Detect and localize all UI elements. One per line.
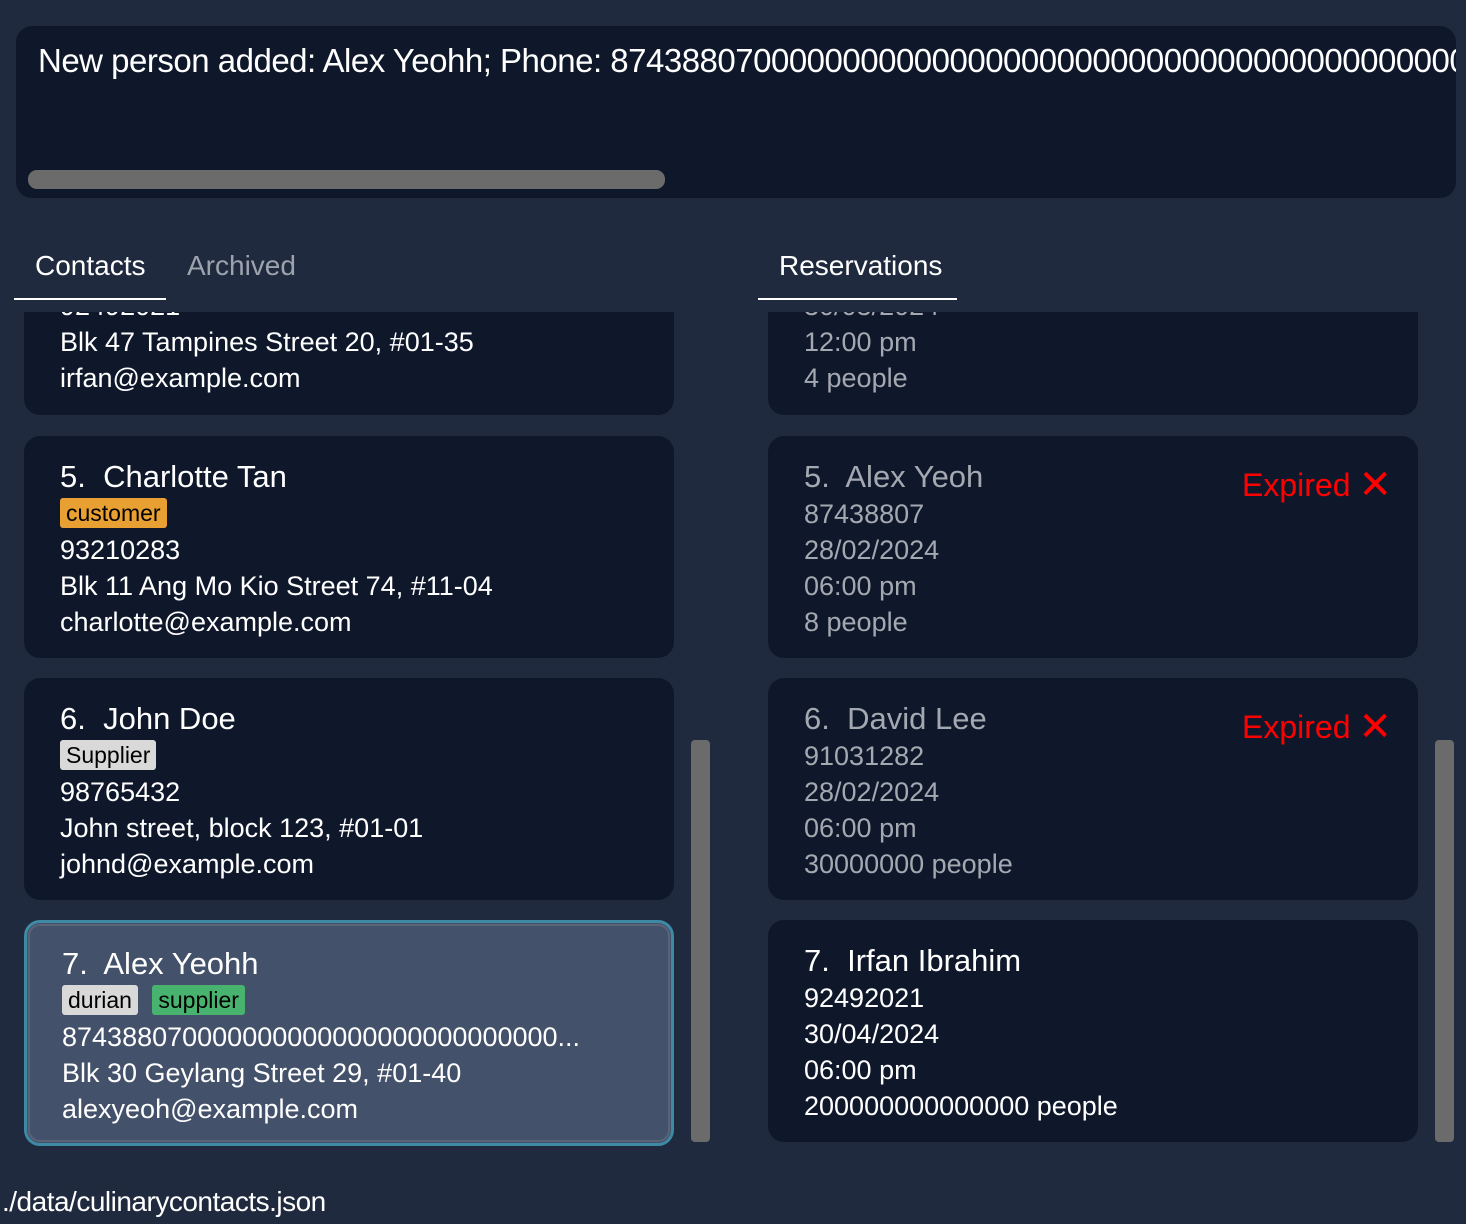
contact-index: 7.	[62, 946, 88, 981]
contact-name: Charlotte Tan	[103, 459, 287, 494]
result-horizontal-scrollbar[interactable]	[28, 170, 665, 189]
contact-tags: Supplier	[60, 738, 638, 774]
expired-status: Expired ✕	[1241, 702, 1392, 749]
reservation-date: 28/02/2024	[804, 777, 940, 807]
contact-phone: 874388070000000000000000000000000...	[62, 1022, 581, 1052]
contacts-list[interactable]: 92492021 Blk 47 Tampines Street 20, #01-…	[24, 312, 674, 1146]
contact-card-selected[interactable]: 7. Alex Yeohh durian supplier 8743880700…	[24, 920, 674, 1146]
tag-badge: durian	[62, 985, 138, 1015]
contact-tags: customer	[60, 496, 638, 532]
reservation-card[interactable]: 5. Alex Yeoh Expired ✕ 87438807 28/02/202…	[768, 436, 1418, 658]
contact-name-row: 6. John Doe	[60, 700, 638, 738]
contact-index: 5.	[60, 459, 86, 494]
reservation-time: 12:00 pm	[804, 327, 917, 357]
reservation-name: Irfan Ibrahim	[847, 943, 1022, 978]
contact-tags: durian supplier	[62, 983, 635, 1019]
reservation-name: David Lee	[847, 701, 987, 736]
reservation-card[interactable]: 6. David Lee Expired ✕ 91031282 28/02/202…	[768, 678, 1418, 900]
contact-phone: 93210283	[60, 535, 181, 565]
reservation-pax: 8 people	[804, 607, 908, 637]
reservations-list[interactable]: 30/03/2024 12:00 pm 4 people 5. Alex Yeo…	[768, 312, 1418, 1146]
contact-address: Blk 30 Geylang Street 29, #01-40	[62, 1058, 462, 1088]
reservation-date: 30/04/2024	[804, 1019, 940, 1049]
reservation-date: 28/02/2024	[804, 535, 940, 565]
reservations-vertical-scrollbar[interactable]	[1435, 740, 1454, 1142]
expired-label: Expired	[1241, 467, 1351, 503]
reservation-name: Alex Yeoh	[845, 459, 984, 494]
reservation-index: 6.	[804, 701, 830, 736]
tag-badge: customer	[60, 498, 167, 528]
reservation-pax: 4 people	[804, 363, 908, 393]
contact-address: Blk 47 Tampines Street 20, #01-35	[60, 327, 474, 357]
status-bar-file-path: ./data/culinarycontacts.json	[2, 1186, 326, 1217]
contact-address: John street, block 123, #01-01	[60, 813, 424, 843]
tab-reservations[interactable]: Reservations	[779, 250, 942, 282]
close-x-icon: ✕	[1358, 705, 1392, 749]
reservation-card[interactable]: 30/03/2024 12:00 pm 4 people	[768, 312, 1418, 415]
reservation-index: 5.	[804, 459, 830, 494]
contact-name: John Doe	[103, 701, 236, 736]
tab-contacts-underline	[14, 298, 166, 300]
contact-card[interactable]: 5. Charlotte Tan customer 93210283 Blk 1…	[24, 436, 674, 658]
contact-card[interactable]: 92492021 Blk 47 Tampines Street 20, #01-…	[24, 312, 674, 415]
reservation-pax: 30000000 people	[804, 849, 1013, 879]
contact-address: Blk 11 Ang Mo Kio Street 74, #11-04	[60, 571, 493, 601]
expired-label: Expired	[1241, 709, 1351, 745]
expired-status: Expired ✕	[1241, 460, 1392, 507]
contact-email: irfan@example.com	[60, 363, 301, 393]
tab-archived[interactable]: Archived	[187, 250, 296, 282]
contact-phone: 92492021	[60, 312, 638, 324]
contact-index: 6.	[60, 701, 86, 736]
contact-name-row: 7. Alex Yeohh	[62, 945, 635, 983]
tag-badge: supplier	[152, 985, 245, 1015]
reservation-phone: 92492021	[804, 983, 925, 1013]
contact-name: Alex Yeohh	[103, 946, 259, 981]
close-x-icon: ✕	[1358, 463, 1392, 507]
reservation-date: 30/03/2024	[804, 312, 1382, 324]
contact-phone: 98765432	[60, 777, 181, 807]
tag-badge: Supplier	[60, 740, 157, 770]
result-display: New person added: Alex Yeohh; Phone: 874…	[16, 26, 1456, 198]
contact-card[interactable]: 6. John Doe Supplier 98765432 John stree…	[24, 678, 674, 900]
contacts-vertical-scrollbar[interactable]	[691, 740, 710, 1142]
contact-name-row: 5. Charlotte Tan	[60, 458, 638, 496]
reservation-name-row: 7. Irfan Ibrahim	[804, 942, 1382, 980]
contact-email: johnd@example.com	[60, 849, 315, 879]
reservation-index: 7.	[804, 943, 830, 978]
tab-reservations-underline	[758, 298, 957, 300]
contact-email: charlotte@example.com	[60, 607, 352, 637]
reservation-time: 06:00 pm	[804, 813, 917, 843]
contact-email: alexyeoh@example.com	[62, 1094, 359, 1124]
reservation-card[interactable]: 7. Irfan Ibrahim 92492021 30/04/2024 06:…	[768, 920, 1418, 1142]
tab-contacts[interactable]: Contacts	[35, 250, 146, 282]
reservation-time: 06:00 pm	[804, 1055, 917, 1085]
result-message: New person added: Alex Yeohh; Phone: 874…	[38, 42, 1456, 79]
reservation-pax: 200000000000000 people	[804, 1091, 1118, 1121]
reservation-time: 06:00 pm	[804, 571, 917, 601]
